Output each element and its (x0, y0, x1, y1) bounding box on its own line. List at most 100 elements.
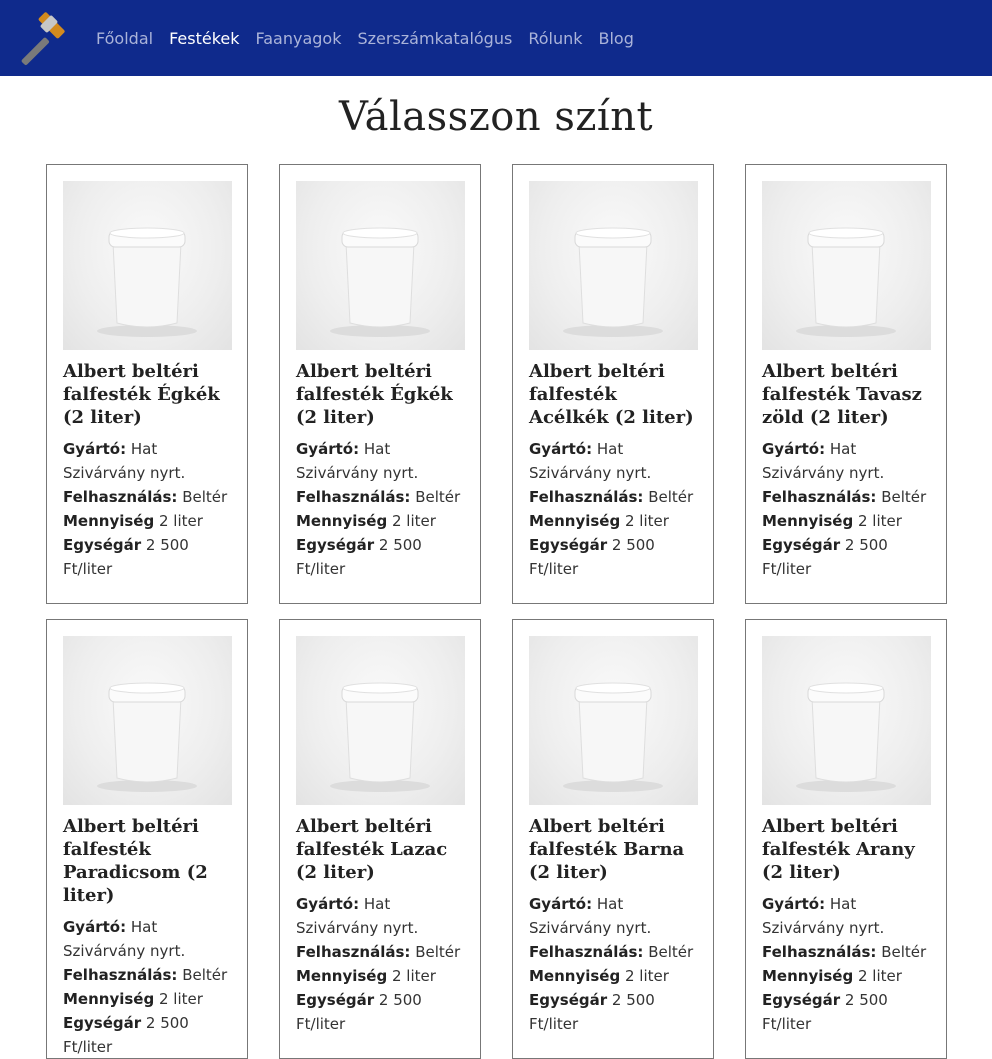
usage-label: Felhasználás: (529, 943, 644, 961)
product-card[interactable]: Albert beltéri falfesték Arany (2 liter)… (745, 619, 947, 1059)
manufacturer-row: Gyártó: Hat Szivárvány nyrt. (762, 892, 930, 940)
unit-price-label: Egységár (63, 536, 142, 554)
quantity-label: Mennyiség (296, 967, 388, 985)
product-card[interactable]: Albert beltéri falfesték Paradicsom (2 l… (46, 619, 248, 1059)
usage-label: Felhasználás: (63, 966, 178, 984)
product-title[interactable]: Albert beltéri falfesték Barna (2 liter) (529, 815, 697, 884)
product-card[interactable]: Albert beltéri falfesték Tavasz zöld (2 … (745, 164, 947, 604)
usage-row: Felhasználás: Beltér (762, 485, 930, 509)
unit-price-label: Egységár (762, 991, 841, 1009)
usage-row: Felhasználás: Beltér (296, 940, 464, 964)
quantity-label: Mennyiség (529, 512, 621, 530)
unit-price-row: Egységár 2 500 Ft/liter (296, 988, 464, 1036)
product-card[interactable]: Albert beltéri falfesték Lazac (2 liter)… (279, 619, 481, 1059)
unit-price-row: Egységár 2 500 Ft/liter (296, 533, 464, 581)
unit-price-row: Egységár 2 500 Ft/liter (63, 1011, 231, 1058)
page-title: Válasszon színt (338, 94, 654, 140)
quantity-row: Mennyiség 2 liter (296, 509, 464, 533)
product-title[interactable]: Albert beltéri falfesték Arany (2 liter) (762, 815, 930, 884)
quantity-label: Mennyiség (762, 967, 854, 985)
quantity-value: 2 liter (858, 512, 902, 530)
product-title[interactable]: Albert beltéri falfesték Lazac (2 liter) (296, 815, 464, 884)
product-image[interactable] (529, 181, 698, 350)
manufacturer-label: Gyártó: (296, 440, 360, 458)
manufacturer-label: Gyártó: (762, 895, 826, 913)
usage-row: Felhasználás: Beltér (63, 963, 231, 987)
manufacturer-label: Gyártó: (296, 895, 360, 913)
product-card[interactable]: Albert beltéri falfesték Acélkék (2 lite… (512, 164, 714, 604)
unit-price-row: Egységár 2 500 Ft/liter (529, 533, 697, 581)
product-title[interactable]: Albert beltéri falfesték Égkék (2 liter) (296, 360, 464, 429)
usage-label: Felhasználás: (296, 488, 411, 506)
quantity-label: Mennyiség (63, 990, 155, 1008)
nav-blog[interactable]: Blog (591, 29, 642, 48)
quantity-row: Mennyiség 2 liter (529, 509, 697, 533)
manufacturer-row: Gyártó: Hat Szivárvány nyrt. (63, 437, 231, 485)
product-title[interactable]: Albert beltéri falfesték Paradicsom (2 l… (63, 815, 231, 907)
product-image[interactable] (762, 181, 931, 350)
unit-price-row: Egységár 2 500 Ft/liter (762, 988, 930, 1036)
nav-paints[interactable]: Festékek (161, 29, 247, 48)
unit-price-label: Egységár (529, 536, 608, 554)
product-title[interactable]: Albert beltéri falfesték Tavasz zöld (2 … (762, 360, 930, 429)
product-image[interactable] (63, 636, 232, 805)
manufacturer-row: Gyártó: Hat Szivárvány nyrt. (296, 437, 464, 485)
quantity-value: 2 liter (625, 512, 669, 530)
quantity-label: Mennyiség (529, 967, 621, 985)
manufacturer-label: Gyártó: (63, 440, 127, 458)
manufacturer-row: Gyártó: Hat Szivárvány nyrt. (762, 437, 930, 485)
manufacturer-label: Gyártó: (529, 440, 593, 458)
unit-price-label: Egységár (296, 991, 375, 1009)
product-title[interactable]: Albert beltéri falfesték Égkék (2 liter) (63, 360, 231, 429)
quantity-row: Mennyiség 2 liter (63, 509, 231, 533)
unit-price-row: Egységár 2 500 Ft/liter (529, 988, 697, 1036)
unit-price-label: Egységár (63, 1014, 142, 1032)
nav-lumber[interactable]: Faanyagok (248, 29, 350, 48)
usage-row: Felhasználás: Beltér (63, 485, 231, 509)
product-image[interactable] (63, 181, 232, 350)
product-image[interactable] (762, 636, 931, 805)
usage-label: Felhasználás: (63, 488, 178, 506)
unit-price-row: Egységár 2 500 Ft/liter (63, 533, 231, 581)
nav-tool-catalog[interactable]: Szerszámkatalógus (349, 29, 520, 48)
quantity-label: Mennyiség (762, 512, 854, 530)
quantity-row: Mennyiség 2 liter (63, 987, 231, 1011)
main-nav: Főoldal Festékek Faanyagok Szerszámkatal… (88, 29, 642, 48)
product-card[interactable]: Albert beltéri falfesték Égkék (2 liter)… (46, 164, 248, 604)
manufacturer-row: Gyártó: Hat Szivárvány nyrt. (296, 892, 464, 940)
nav-home[interactable]: Főoldal (88, 29, 161, 48)
product-card[interactable]: Albert beltéri falfesték Égkék (2 liter)… (279, 164, 481, 604)
product-title[interactable]: Albert beltéri falfesték Acélkék (2 lite… (529, 360, 697, 429)
usage-label: Felhasználás: (529, 488, 644, 506)
usage-label: Felhasználás: (296, 943, 411, 961)
quantity-value: 2 liter (858, 967, 902, 985)
quantity-label: Mennyiség (63, 512, 155, 530)
quantity-value: 2 liter (392, 967, 436, 985)
unit-price-label: Egységár (762, 536, 841, 554)
product-image[interactable] (296, 636, 465, 805)
quantity-value: 2 liter (392, 512, 436, 530)
manufacturer-row: Gyártó: Hat Szivárvány nyrt. (529, 892, 697, 940)
product-image[interactable] (296, 181, 465, 350)
quantity-value: 2 liter (625, 967, 669, 985)
manufacturer-label: Gyártó: (63, 918, 127, 936)
hammer-icon[interactable] (14, 10, 70, 66)
product-image[interactable] (529, 636, 698, 805)
usage-row: Felhasználás: Beltér (529, 485, 697, 509)
nav-about[interactable]: Rólunk (520, 29, 590, 48)
usage-row: Felhasználás: Beltér (296, 485, 464, 509)
quantity-label: Mennyiség (296, 512, 388, 530)
navbar: Főoldal Festékek Faanyagok Szerszámkatal… (0, 0, 992, 76)
usage-value: Beltér (648, 943, 694, 961)
usage-row: Felhasználás: Beltér (762, 940, 930, 964)
quantity-row: Mennyiség 2 liter (762, 509, 930, 533)
quantity-row: Mennyiség 2 liter (529, 964, 697, 988)
usage-label: Felhasználás: (762, 488, 877, 506)
unit-price-label: Egységár (529, 991, 608, 1009)
manufacturer-label: Gyártó: (762, 440, 826, 458)
product-card[interactable]: Albert beltéri falfesték Barna (2 liter)… (512, 619, 714, 1059)
usage-label: Felhasználás: (762, 943, 877, 961)
usage-value: Beltér (415, 943, 461, 961)
manufacturer-label: Gyártó: (529, 895, 593, 913)
usage-value: Beltér (881, 488, 927, 506)
